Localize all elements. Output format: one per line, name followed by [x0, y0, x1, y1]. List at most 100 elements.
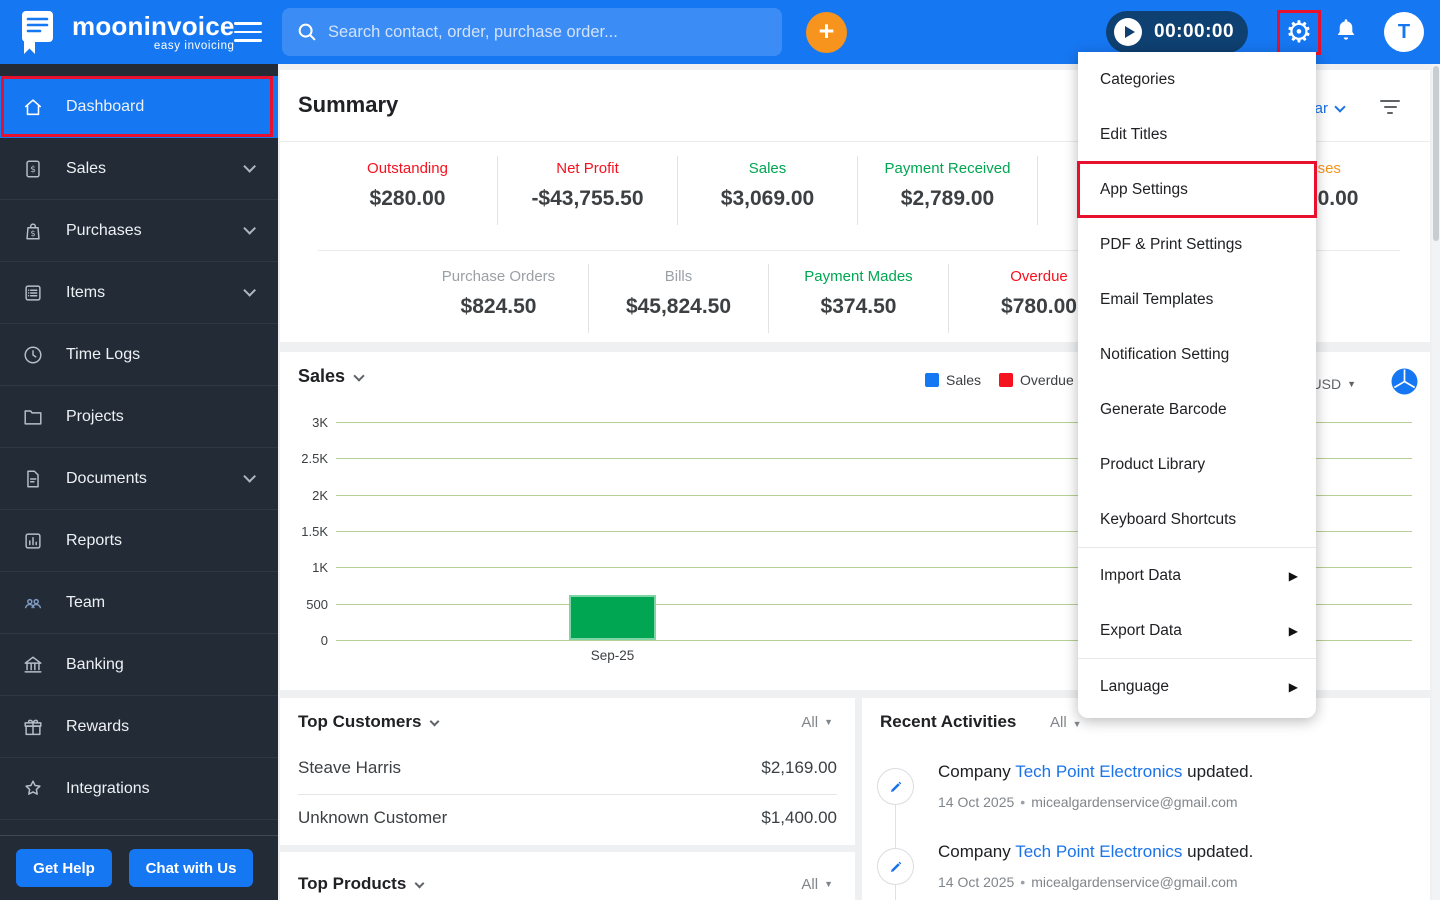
sidebar-item-dashboard[interactable]: Dashboard: [0, 76, 278, 138]
customer-row[interactable]: Steave Harris $2,169.00: [298, 758, 837, 778]
app-logo[interactable]: mooninvoice easy invoicing: [14, 8, 235, 56]
gear-icon[interactable]: ⚙: [1286, 17, 1313, 48]
legend-swatch-overdue: [999, 373, 1014, 387]
summary-card-sales: Sales $3,069.00: [678, 156, 858, 225]
mooninvoice-logo-icon: [22, 11, 53, 54]
summary-card-payment-received: Payment Received $2,789.00: [858, 156, 1038, 225]
sidebar-item-label: Team: [66, 593, 106, 611]
sidebar-item-banking[interactable]: Banking: [0, 634, 278, 696]
menu-item-product-library[interactable]: Product Library: [1078, 437, 1316, 492]
menu-item-email-templates[interactable]: Email Templates: [1078, 272, 1316, 327]
sidebar-item-reports[interactable]: Reports: [0, 510, 278, 572]
legend-overdue: Overdue: [999, 372, 1074, 388]
company-link[interactable]: Tech Point Electronics: [1015, 842, 1182, 861]
get-help-button[interactable]: Get Help: [16, 849, 112, 887]
menu-item-notification-setting[interactable]: Notification Setting: [1078, 327, 1316, 382]
settings-annotation-box: ⚙: [1277, 10, 1321, 55]
scrollbar-thumb[interactable]: [1433, 66, 1439, 241]
y-axis-tick: 2.5K: [301, 451, 328, 466]
user-avatar[interactable]: T: [1384, 12, 1424, 52]
sidebar-item-label: Time Logs: [66, 345, 141, 363]
pie-chart-toggle-icon[interactable]: [1391, 368, 1418, 400]
sidebar-item-integrations[interactable]: Integrations: [0, 758, 278, 820]
menu-item-export-data[interactable]: Export Data ▶: [1078, 603, 1316, 658]
edit-activity-icon[interactable]: [877, 768, 914, 805]
activity-text: Company Tech Point Electronics updated.: [938, 842, 1254, 861]
y-axis-tick: 2K: [312, 488, 328, 503]
time-tracker: 00:00:00: [1106, 11, 1248, 53]
chart-bar-paid-sep25[interactable]: [569, 595, 656, 640]
menu-item-language[interactable]: Language ▶: [1078, 659, 1316, 714]
chat-with-us-button[interactable]: Chat with Us: [129, 849, 253, 887]
top-customers-card: Top Customers All ▼ Steave Harris $2,169.0…: [280, 698, 855, 845]
edit-activity-icon[interactable]: [877, 848, 914, 885]
search-icon: [298, 23, 316, 41]
activity-text: Company Tech Point Electronics updated.: [938, 762, 1254, 781]
hamburger-menu-icon[interactable]: [234, 22, 262, 48]
top-products-card: Top Products All ▼: [280, 852, 855, 900]
submenu-arrow-icon: ▶: [1288, 568, 1298, 583]
home-icon: [24, 98, 42, 115]
pencil-icon: [890, 781, 901, 792]
sidebar-item-purchases[interactable]: $ Purchases: [0, 200, 278, 262]
customer-row[interactable]: Unknown Customer $1,400.00: [298, 808, 837, 828]
sidebar-footer: Get Help Chat with Us: [0, 835, 278, 900]
x-axis-label: Sep-25: [590, 648, 635, 663]
company-link[interactable]: Tech Point Electronics: [1015, 762, 1182, 781]
menu-item-edit-titles[interactable]: Edit Titles: [1078, 107, 1316, 162]
global-search: [282, 8, 782, 56]
timer-value: 00:00:00: [1154, 21, 1235, 42]
top-products-filter[interactable]: All ▼: [801, 876, 833, 893]
top-customers-title[interactable]: Top Customers: [298, 712, 440, 732]
sales-invoice-icon: $: [26, 159, 40, 178]
notifications-bell-icon[interactable]: [1334, 18, 1358, 49]
sidebar-item-label: Sales: [66, 159, 107, 177]
sidebar-item-label: Reports: [66, 531, 123, 549]
chevron-down-icon: [429, 716, 440, 727]
recent-activities-title: Recent Activities: [880, 712, 1017, 731]
submenu-arrow-icon: ▶: [1288, 623, 1298, 638]
clock-icon: [24, 345, 42, 364]
menu-item-keyboard-shortcuts[interactable]: Keyboard Shortcuts: [1078, 492, 1316, 547]
sidebar-item-rewards[interactable]: Rewards: [0, 696, 278, 758]
svg-text:$: $: [30, 228, 35, 238]
play-icon[interactable]: [1114, 18, 1142, 46]
folder-icon: [24, 409, 42, 425]
recent-activities-card: Recent Activities All ▼ Company Tech Poin…: [862, 698, 1430, 900]
menu-item-import-data[interactable]: Import Data ▶: [1078, 548, 1316, 603]
pencil-icon: [890, 861, 901, 872]
sidebar-item-team[interactable]: Team: [0, 572, 278, 634]
gift-icon: [24, 719, 42, 735]
bank-icon: [24, 655, 42, 673]
sidebar-item-label: Dashboard: [66, 97, 145, 115]
chevron-down-icon: [353, 370, 365, 382]
currency-dropdown[interactable]: USD ▼: [1312, 376, 1356, 392]
sidebar-item-documents[interactable]: Documents: [0, 448, 278, 510]
search-input[interactable]: [328, 22, 768, 42]
recent-activities-filter[interactable]: All ▼: [1050, 714, 1082, 731]
sidebar-item-label: Items: [66, 283, 106, 301]
sidebar-item-projects[interactable]: Projects: [0, 386, 278, 448]
top-customers-filter[interactable]: All ▼: [801, 714, 833, 731]
y-axis-tick: 500: [306, 597, 328, 612]
menu-item-pdf-print-settings[interactable]: PDF & Print Settings: [1078, 217, 1316, 272]
activity-meta: 14 Oct 2025 • micealgardenservice@gmail.co…: [938, 794, 1238, 810]
menu-item-generate-barcode[interactable]: Generate Barcode: [1078, 382, 1316, 437]
sidebar-item-time-logs[interactable]: Time Logs: [0, 324, 278, 386]
sidebar-item-sales[interactable]: $ Sales: [0, 138, 278, 200]
y-axis-tick: 3K: [312, 415, 328, 430]
menu-item-categories[interactable]: Categories: [1078, 52, 1316, 107]
top-products-title[interactable]: Top Products: [298, 874, 425, 894]
sidebar-item-label: Banking: [66, 655, 124, 673]
settings-dropdown-menu: Categories Edit Titles App Settings PDF …: [1077, 52, 1317, 718]
summary-card-purchase-orders: Purchase Orders $824.50: [409, 264, 589, 333]
quick-add-button[interactable]: +: [806, 12, 847, 53]
sidebar-item-label: Rewards: [66, 717, 130, 735]
sales-chart-title[interactable]: Sales: [298, 366, 365, 387]
chevron-down-icon: [243, 222, 256, 235]
shopping-bag-icon: $: [26, 222, 40, 240]
submenu-arrow-icon: ▶: [1288, 679, 1298, 694]
sidebar-item-items[interactable]: Items: [0, 262, 278, 324]
menu-item-app-settings[interactable]: App Settings: [1077, 161, 1317, 218]
filter-icon[interactable]: [1380, 100, 1400, 118]
